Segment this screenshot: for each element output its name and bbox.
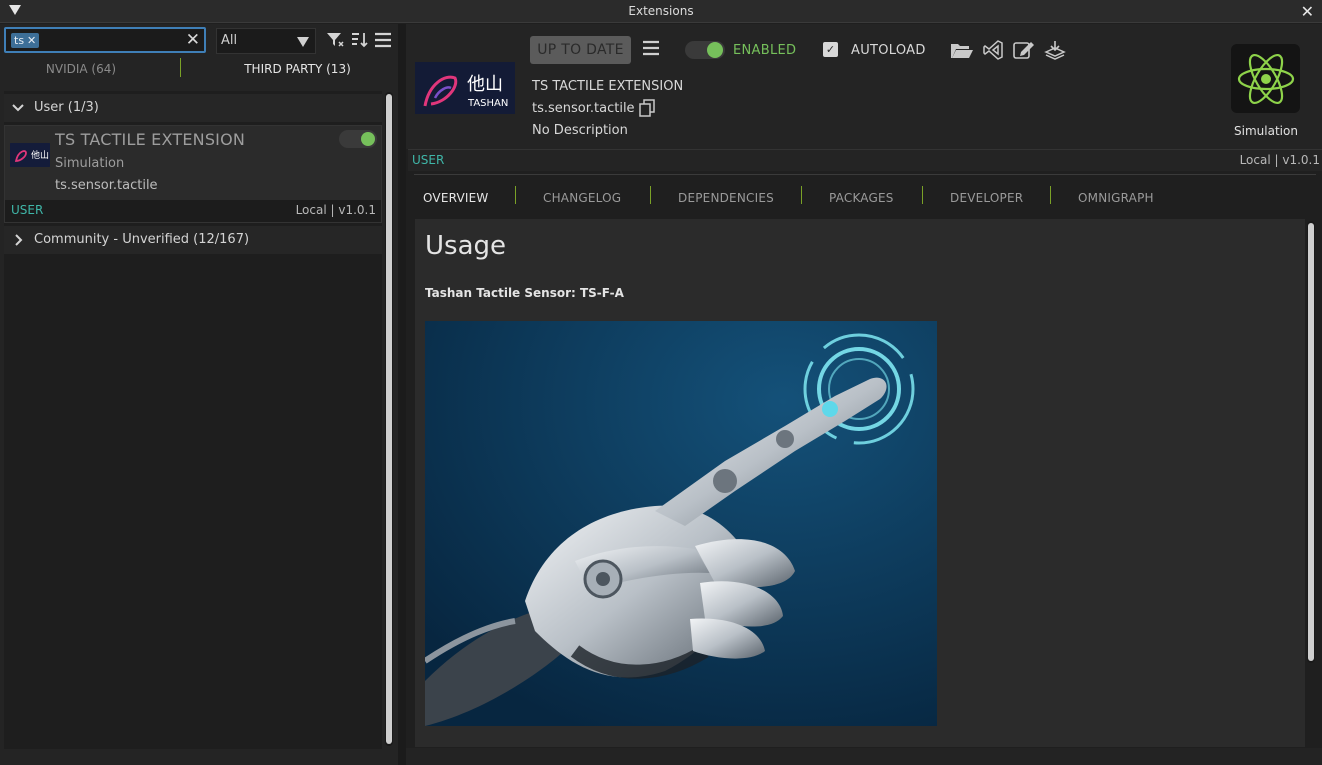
svg-text:他山: 他山 [31,149,49,161]
clear-icon[interactable]: ✕ [186,30,200,50]
tab-nvidia[interactable]: NVIDIA (64) [0,62,162,76]
tab-divider [801,186,802,204]
category-icon [1231,44,1300,113]
tab-overview[interactable]: OVERVIEW [423,191,489,205]
extension-name: TS TACTILE EXTENSION [55,130,246,149]
scrollbar-thumb[interactable] [1308,223,1314,661]
scrollbar-thumb[interactable] [386,94,392,744]
group-user[interactable]: User (1/3) [4,94,382,122]
extension-package-id: ts.sensor.tactile [532,101,635,116]
extension-version: Local | v1.0.1 [295,203,376,217]
tab-dependencies[interactable]: DEPENDENCIES [678,191,774,205]
logo-text: TASHAN [467,98,508,109]
tab-omnigraph[interactable]: OMNIGRAPH [1078,191,1154,205]
robot-hand-image [425,321,937,726]
extension-item-footer: USER Local | v1.0.1 [5,200,381,222]
sort-icon[interactable] [349,30,369,50]
extension-detail-logo: 他山 TASHAN [415,62,515,114]
edit-icon[interactable] [1012,39,1036,61]
toggle-knob [707,42,723,58]
tab-divider [1050,186,1051,204]
chevron-down-icon [297,37,309,47]
detail-header: 他山 TASHAN UP TO DATE ENABLED ✓ AUTOLOAD … [406,24,1322,149]
chevron-right-icon [12,226,24,265]
content-scrollbar[interactable] [1307,221,1315,663]
update-status-button[interactable]: UP TO DATE [530,36,631,64]
overview-content: Usage Tashan Tactile Sensor: TS-F-A [415,219,1305,747]
tab-divider [515,186,516,204]
filter-icon[interactable] [325,30,345,50]
export-icon[interactable] [1043,39,1067,61]
panel-splitter[interactable] [398,24,406,765]
search-chip-label: ts [14,34,25,47]
tab-third-party[interactable]: THIRD PARTY (13) [197,62,398,76]
separator [414,174,1316,175]
overview-heading: Usage [425,231,507,261]
tab-divider [650,186,651,204]
group-user-label: User (1/3) [34,100,99,115]
enable-toggle[interactable] [685,41,725,59]
tab-changelog[interactable]: CHANGELOG [543,191,621,205]
logo-cjk-text: 他山 [467,74,503,95]
extension-category: Simulation [55,156,125,171]
folder-open-icon[interactable] [950,39,974,61]
toggle-knob [361,132,375,146]
menu-icon[interactable] [373,30,393,50]
group-community[interactable]: Community - Unverified (12/167) [4,226,382,254]
extension-package: ts.sensor.tactile [55,178,158,193]
extension-title: TS TACTILE EXTENSION [532,79,684,94]
detail-meta-strip: USER Local | v1.0.1 [408,149,1322,171]
close-icon[interactable]: ✕ [1301,2,1314,21]
filter-dropdown-value: All [221,33,238,48]
extension-list-item[interactable]: 他山 TS TACTILE EXTENSION Simulation ts.se… [4,125,382,223]
window-titlebar: Extensions ✕ [0,0,1322,23]
tab-developer[interactable]: DEVELOPER [950,191,1023,205]
vscode-icon[interactable] [982,39,1006,61]
user-tag: USER [11,203,44,217]
extension-source-tabs: NVIDIA (64) THIRD PARTY (13) [0,56,398,84]
panel-footer [406,748,1322,765]
enabled-label: ENABLED [733,43,797,58]
extension-browser-panel: ts ✕ ✕ All NVIDIA (64) THIRD PARTY (13) … [0,24,398,765]
search-input[interactable]: ts ✕ ✕ [4,27,206,53]
extension-logo: 他山 [10,143,50,167]
extension-version: Local | v1.0.1 [1239,153,1320,167]
atom-icon [1237,53,1295,105]
group-community-label: Community - Unverified (12/167) [34,232,250,247]
extension-detail-panel: 他山 TASHAN UP TO DATE ENABLED ✓ AUTOLOAD … [406,24,1322,765]
tab-divider [922,186,923,204]
window-title: Extensions [628,4,694,18]
autoload-label: AUTOLOAD [851,43,926,58]
overview-subtitle: Tashan Tactile Sensor: TS-F-A [425,286,624,300]
menu-icon[interactable] [642,39,660,62]
copy-icon[interactable] [638,99,656,117]
tab-divider [180,58,181,77]
detail-tabs: OVERVIEW CHANGELOG DEPENDENCIES PACKAGES… [415,182,1321,214]
category-label: Simulation [1234,124,1298,138]
user-tag: USER [412,153,445,167]
tab-packages[interactable]: PACKAGES [829,191,894,205]
filter-dropdown[interactable]: All [216,28,316,54]
extension-description: No Description [532,123,628,138]
extension-enable-toggle[interactable] [339,130,377,148]
extension-list: User (1/3) 他山 TS TACTILE EXTENSION Simul… [4,91,382,749]
autoload-checkbox[interactable]: ✓ [823,42,838,57]
chip-remove-icon[interactable]: ✕ [27,33,36,48]
search-chip[interactable]: ts ✕ [11,33,40,48]
list-scrollbar[interactable] [385,92,393,746]
